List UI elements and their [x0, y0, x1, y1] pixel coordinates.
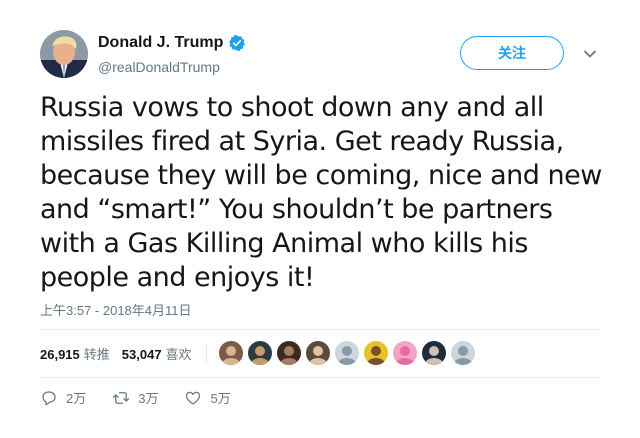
- liker-avatar[interactable]: [392, 341, 417, 365]
- liker-avatar-image: [279, 346, 298, 365]
- user-name-text: Donald J. Trump: [98, 34, 224, 51]
- retweet-count: 3万: [138, 391, 159, 406]
- liker-avatar[interactable]: [334, 341, 359, 365]
- like-count: 5万: [210, 391, 231, 406]
- user-name[interactable]: Donald J. Trump: [98, 34, 246, 52]
- liker-avatar-image: [337, 346, 356, 365]
- liker-avatar-image: [453, 346, 472, 365]
- follow-button[interactable]: 关注: [460, 36, 564, 70]
- divider: [40, 329, 600, 330]
- tweet-card: Donald J. Trump @realDonaldTrump 关注 Russ…: [0, 0, 640, 438]
- heart-icon: [186, 391, 201, 405]
- likes-stat[interactable]: 53,047 喜欢: [122, 344, 192, 363]
- liker-avatar-image: [424, 346, 443, 365]
- tweet-actions: 2万 3万 5万: [40, 388, 257, 407]
- liker-avatar[interactable]: [218, 341, 243, 365]
- likes-label: 喜欢: [165, 346, 192, 362]
- likes-count: 53,047: [121, 346, 162, 362]
- retweets-count: 26,915: [40, 346, 80, 362]
- liker-avatar-image: [366, 346, 385, 365]
- liker-avatar-image: [221, 346, 240, 365]
- tweet-text: Russia vows to shoot down any and all mi…: [40, 92, 602, 293]
- avatar[interactable]: [40, 30, 88, 78]
- liker-avatar[interactable]: [276, 341, 301, 365]
- liker-avatar[interactable]: [450, 341, 475, 365]
- avatar-image: [40, 30, 88, 78]
- liker-avatar[interactable]: [305, 341, 330, 365]
- liker-avatar[interactable]: [247, 341, 272, 365]
- retweets-stat[interactable]: 26,915 转推: [40, 344, 110, 363]
- chevron-down-icon[interactable]: [582, 46, 598, 62]
- user-handle[interactable]: @realDonaldTrump: [98, 59, 220, 75]
- liker-avatar[interactable]: [363, 341, 388, 365]
- divider: [40, 377, 600, 378]
- stats-separator: [205, 343, 207, 363]
- retweet-button[interactable]: 3万: [112, 388, 158, 407]
- tweet-timestamp[interactable]: 上午3:57 - 2018年4月11日: [40, 300, 192, 319]
- liker-avatar[interactable]: [421, 341, 446, 365]
- liker-avatar-image: [250, 346, 269, 365]
- retweets-label: 转推: [83, 346, 110, 362]
- liker-avatar-image: [308, 346, 327, 365]
- reply-count: 2万: [66, 391, 87, 406]
- tweet-stats: 26,915 转推 53,047 喜欢: [40, 339, 480, 367]
- reply-icon: [42, 390, 56, 405]
- like-button[interactable]: 5万: [184, 388, 231, 407]
- reply-button[interactable]: 2万: [40, 388, 86, 407]
- verified-badge-icon: [229, 34, 246, 52]
- liker-avatar-image: [395, 346, 414, 365]
- liker-avatars: [218, 341, 480, 365]
- retweet-icon: [113, 391, 130, 404]
